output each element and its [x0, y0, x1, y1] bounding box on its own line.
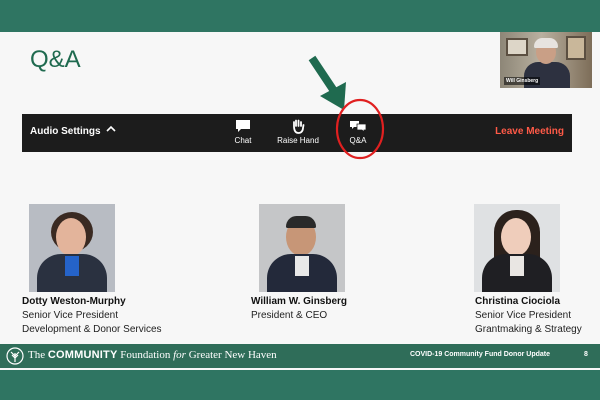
slide-title: Q&A — [30, 46, 81, 73]
chat-bubble-icon — [236, 120, 250, 132]
chevron-up-icon[interactable] — [105, 123, 117, 135]
meeting-toolbar: Audio Settings Chat Raise Hand Q&A Leave… — [22, 114, 572, 152]
person-title: Senior Vice President — [22, 310, 118, 321]
audio-settings-button[interactable]: Audio Settings — [30, 126, 101, 137]
person-name: William W. Ginsberg — [251, 296, 348, 307]
video-thumbnail[interactable]: Will Ginsberg — [500, 32, 592, 88]
person-title: President & CEO — [251, 310, 328, 321]
slide-footer: The COMMUNITY Foundation for Greater New… — [0, 344, 600, 368]
page-number: 8 — [584, 351, 588, 358]
leave-meeting-button[interactable]: Leave Meeting — [495, 126, 564, 137]
slide: Q&A Will Ginsberg Audio Settings Chat Ra… — [0, 32, 600, 370]
person-photo — [29, 204, 115, 292]
person-title: Grantmaking & Strategy — [475, 324, 582, 335]
person-title: Senior Vice President — [475, 310, 571, 321]
person-name: Christina Ciociola — [475, 296, 561, 307]
chat-label: Chat — [234, 136, 252, 145]
video-participant-name: Will Ginsberg — [504, 77, 541, 85]
raise-hand-button[interactable]: Raise Hand — [268, 119, 328, 145]
chat-button[interactable]: Chat — [213, 119, 273, 145]
annotation-circle-icon — [335, 98, 385, 160]
speaker-hair — [534, 38, 558, 48]
person-photo — [474, 204, 560, 292]
wall-picture — [566, 36, 586, 60]
person-photo — [259, 204, 345, 292]
foundation-brand: The COMMUNITY Foundation for Greater New… — [28, 349, 277, 361]
footer-update-title: COVID-19 Community Fund Donor Update — [410, 351, 550, 358]
raise-hand-label: Raise Hand — [277, 136, 319, 145]
person-name: Dotty Weston-Murphy — [22, 296, 126, 307]
wall-picture — [506, 38, 528, 56]
person-title: Development & Donor Services — [22, 324, 162, 335]
raise-hand-icon — [293, 119, 305, 134]
foundation-logo-icon — [6, 347, 24, 365]
